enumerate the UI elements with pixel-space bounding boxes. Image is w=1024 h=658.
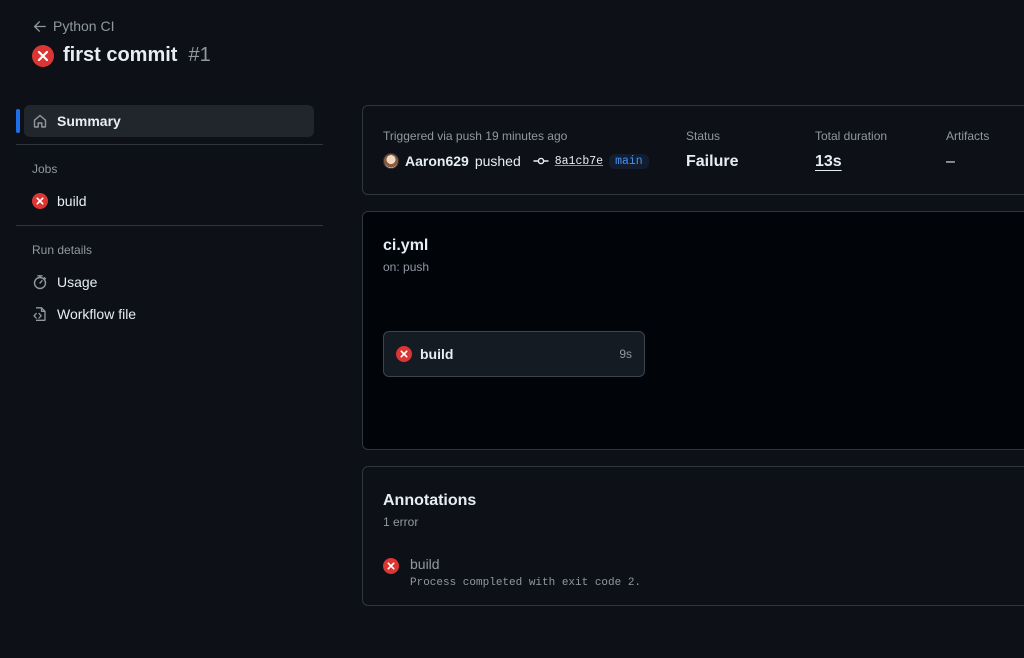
sidebar-item-usage[interactable]: Usage xyxy=(16,266,323,298)
annotation-job-link[interactable]: build xyxy=(410,556,641,572)
workflow-trigger: on: push xyxy=(383,260,430,274)
workflow-file-name: ci.yml xyxy=(383,237,429,254)
artifacts-label: Artifacts xyxy=(946,129,990,143)
push-info: Aaron629 pushed 8a1cb7e main xyxy=(383,153,649,169)
sidebar-item-label: Usage xyxy=(57,274,98,290)
job-name: build xyxy=(420,346,454,362)
file-code-icon xyxy=(33,307,46,321)
commit-sha-link[interactable]: 8a1cb7e xyxy=(555,155,603,168)
stopwatch-icon xyxy=(33,275,47,290)
run-number: #1 xyxy=(188,44,211,66)
x-circle-fill-icon xyxy=(32,193,48,209)
back-link-label: Python CI xyxy=(53,18,115,34)
run-details-heading: Run details xyxy=(32,243,93,257)
workflow-run-page: Python CI first commit #1 Summary Jobs b… xyxy=(0,0,1024,658)
annotation-message: Process completed with exit code 2. xyxy=(410,577,642,589)
home-icon xyxy=(33,114,47,128)
sidebar-item-label: build xyxy=(57,193,87,209)
sidebar-item-label: Workflow file xyxy=(57,306,137,322)
jobs-heading: Jobs xyxy=(32,162,58,176)
job-duration: 9s xyxy=(619,347,632,361)
annotations-count: 1 error xyxy=(383,515,419,529)
x-circle-fill-icon xyxy=(32,44,54,67)
sidebar-item-label: Summary xyxy=(57,113,121,129)
duration-link[interactable]: 13s xyxy=(815,153,842,171)
annotation-item: build Process completed with exit code 2… xyxy=(383,556,641,589)
run-title-text: first commit xyxy=(63,44,178,66)
duration-label: Total duration xyxy=(815,129,888,143)
sidebar-item-build[interactable]: build xyxy=(16,185,323,217)
run-sidebar: Summary Jobs build Run details Usage Wor… xyxy=(16,105,323,330)
x-circle-fill-icon xyxy=(396,346,412,362)
x-circle-fill-icon xyxy=(383,558,399,574)
git-commit-icon xyxy=(533,157,549,165)
status-label: Status xyxy=(686,129,721,143)
trigger-text: Triggered via push 19 minutes ago xyxy=(383,129,568,143)
avatar[interactable] xyxy=(383,153,399,169)
pushed-text: pushed xyxy=(474,153,521,169)
sidebar-item-workflow-file[interactable]: Workflow file xyxy=(16,298,323,330)
annotations-title: Annotations xyxy=(383,492,477,509)
status-value: Failure xyxy=(686,153,739,170)
sidebar-divider xyxy=(16,225,323,226)
back-to-workflow-link[interactable]: Python CI xyxy=(33,18,114,34)
workflow-graph-card: ci.yml on: push build 9s xyxy=(362,211,1024,450)
sidebar-divider xyxy=(16,144,323,145)
sidebar-item-summary[interactable]: Summary xyxy=(16,105,314,137)
arrow-left-icon xyxy=(33,20,46,32)
job-node-build[interactable]: build 9s xyxy=(383,331,645,377)
annotations-card: Annotations 1 error build Process comple… xyxy=(362,466,1024,606)
branch-badge[interactable]: main xyxy=(609,153,649,169)
run-summary-card: Triggered via push 19 minutes ago Aaron6… xyxy=(362,105,1024,195)
pusher-name[interactable]: Aaron629 xyxy=(405,153,469,169)
run-title: first commit #1 xyxy=(32,44,211,67)
artifacts-value: – xyxy=(946,153,955,170)
